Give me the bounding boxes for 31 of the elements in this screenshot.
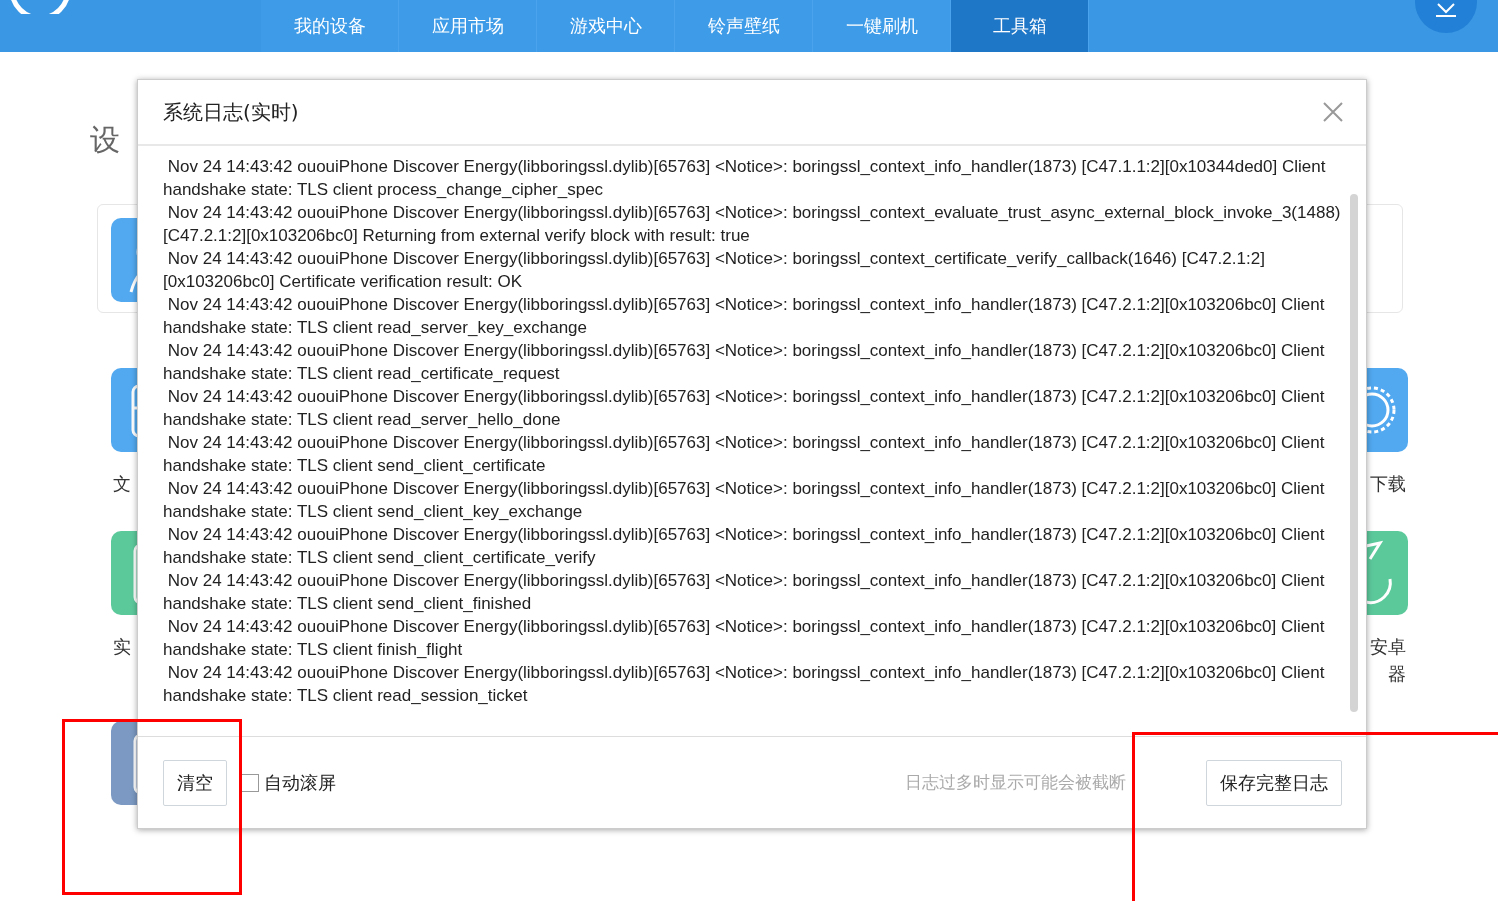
save-log-button[interactable]: 保存完整日志 bbox=[1206, 759, 1342, 806]
nav-tab[interactable]: 铃声壁纸 bbox=[675, 0, 813, 52]
section-heading: 设 bbox=[90, 122, 121, 158]
log-entry: Nov 24 14:43:42 ououiPhone Discover Energy(libboringssl.dylib)[65763] <Notice>: boringssl_context_info_handler(1873) [C47.2.1:2][0x103206bc0] Client handshake state: TLS client finish_flight bbox=[163, 616, 1326, 661]
log-entry: Nov 24 14:43:42 ououiPhone Discover Energy(libboringssl.dylib)[65763] <Notice>: boringssl_context_info_handler(1873) [C47.1.1:2][0x10344ded0] Client handshake state: TLS client process_change_cipher_spec bbox=[163, 156, 1327, 201]
clear-button[interactable]: 清空 bbox=[163, 759, 227, 806]
auto-scroll-checkbox[interactable]: 自动滚屏 bbox=[241, 770, 336, 795]
nav-tab[interactable]: 我的设备 bbox=[261, 0, 399, 52]
nav-tab[interactable]: 工具箱 bbox=[951, 0, 1089, 52]
log-entry: Nov 24 14:43:42 ououiPhone Discover Energy(libboringssl.dylib)[65763] <Notice>: boringssl_context_info_handler(1873) [C47.2.1:2][0x103206bc0] Client handshake state: TLS client read_server_key_exchange bbox=[163, 294, 1326, 339]
nav-tab[interactable]: 应用市场 bbox=[399, 0, 537, 52]
log-entry: Nov 24 14:43:42 ououiPhone Discover Energy(libboringssl.dylib)[65763] <Notice>: boringssl_context_info_handler(1873) [C47.2.1:2][0x103206bc0] Client handshake state: TLS client send_client_certificate bbox=[163, 432, 1326, 477]
hint-text: 日志过多时显示可能会被截断 bbox=[905, 771, 1126, 794]
tool-label: 安卓 器 bbox=[1370, 635, 1406, 686]
nav-tab[interactable]: 一键刷机 bbox=[813, 0, 951, 52]
log-entry: Nov 24 14:43:42 ououiPhone Discover Energy(libboringssl.dylib)[65763] <Notice>: boringssl_context_info_handler(1873) [C47.2.1:2][0x103206bc0] Client handshake state: TLS client send_client_certificate_verify bbox=[163, 524, 1326, 569]
tool-label: 实 bbox=[113, 635, 131, 659]
log-entry: Nov 24 14:43:42 ououiPhone Discover Energy(libboringssl.dylib)[65763] <Notice>: boringssl_context_info_handler(1873) [C47.2.1:2][0x103206bc0] Client handshake state: TLS client send_client_key_exchange bbox=[163, 478, 1326, 523]
close-icon[interactable] bbox=[1322, 101, 1344, 123]
tool-label: 文 bbox=[113, 472, 131, 496]
tool-label: 下载 bbox=[1370, 472, 1406, 496]
log-entry: Nov 24 14:43:42 ououiPhone Discover Energy(libboringssl.dylib)[65763] <Notice>: boringssl_context_info_handler(1873) [C47.2.1:2][0x103206bc0] Client handshake state: TLS client read_certificate_request bbox=[163, 340, 1326, 385]
log-entry: Nov 24 14:43:42 ououiPhone Discover Energy(libboringssl.dylib)[65763] <Notice>: boringssl_context_info_handler(1873) [C47.2.1:2][0x103206bc0] Client handshake state: TLS client read_session_ticket bbox=[163, 662, 1326, 707]
log-entry: Nov 24 14:43:42 ououiPhone Discover Energy(libboringssl.dylib)[65763] <Notice>: boringssl_context_evaluate_trust_async_external_block_invoke_3(1488) [C47.2.1:2][0x103206bc0] Returning from external verify block with result: true bbox=[163, 202, 1342, 247]
nav-tab[interactable]: 游戏中心 bbox=[537, 0, 675, 52]
log-entry: Nov 24 14:43:42 ououiPhone Discover Energy(libboringssl.dylib)[65763] <Notice>: boringssl_context_info_handler(1873) [C47.2.1:2][0x103206bc0] Client handshake state: TLS client read_server_hello_done bbox=[163, 386, 1326, 431]
dialog-title: 系统日志(实时) bbox=[163, 98, 300, 126]
log-entry: Nov 24 14:43:42 ououiPhone Discover Energy(libboringssl.dylib)[65763] <Notice>: boringssl_context_info_handler(1873) [C47.2.1:2][0x103206bc0] Client handshake state: TLS client send_client_finished bbox=[163, 570, 1326, 615]
scrollbar[interactable] bbox=[1350, 194, 1358, 712]
download-button[interactable] bbox=[1414, 0, 1478, 34]
log-entry: Nov 24 14:43:42 ououiPhone Discover Energy(libboringssl.dylib)[65763] <Notice>: boringssl_context_certificate_verify_callback(1646) [C47.2.1:2][0x103206bc0] Certificate verification result: OK bbox=[163, 248, 1266, 293]
